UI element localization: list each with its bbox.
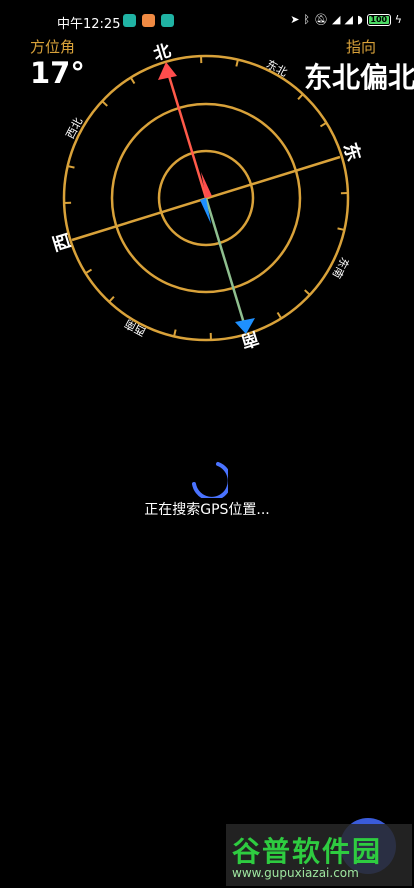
loading-spinner-icon xyxy=(192,462,228,498)
compass-tick xyxy=(67,165,75,169)
north-arrow-icon xyxy=(158,62,177,80)
watermark-logo: 谷普软件园 www.gupuxiazai.com xyxy=(226,824,412,886)
compass-tick xyxy=(276,311,283,319)
watermark-url: www.gupuxiazai.com xyxy=(232,866,359,880)
compass-tick xyxy=(129,77,136,85)
gps-search-status: 正在搜索GPS位置... xyxy=(144,502,270,518)
compass-tick xyxy=(173,329,177,337)
compass-tick xyxy=(85,268,93,275)
compass-tick xyxy=(304,289,311,296)
south-axis-line xyxy=(204,197,248,331)
watermark-title: 谷普软件园 xyxy=(232,835,383,868)
label-west: 西 xyxy=(50,230,75,253)
compass-tick xyxy=(108,296,115,303)
compass-tick xyxy=(235,59,239,67)
compass-tick xyxy=(297,93,304,100)
compass-dial: 北 东北 东 东南 南 西南 西 西北 xyxy=(50,41,365,352)
compass-tick xyxy=(337,227,345,231)
compass-tick xyxy=(319,121,327,128)
north-axis-line xyxy=(164,65,208,199)
compass-tick xyxy=(101,100,108,107)
